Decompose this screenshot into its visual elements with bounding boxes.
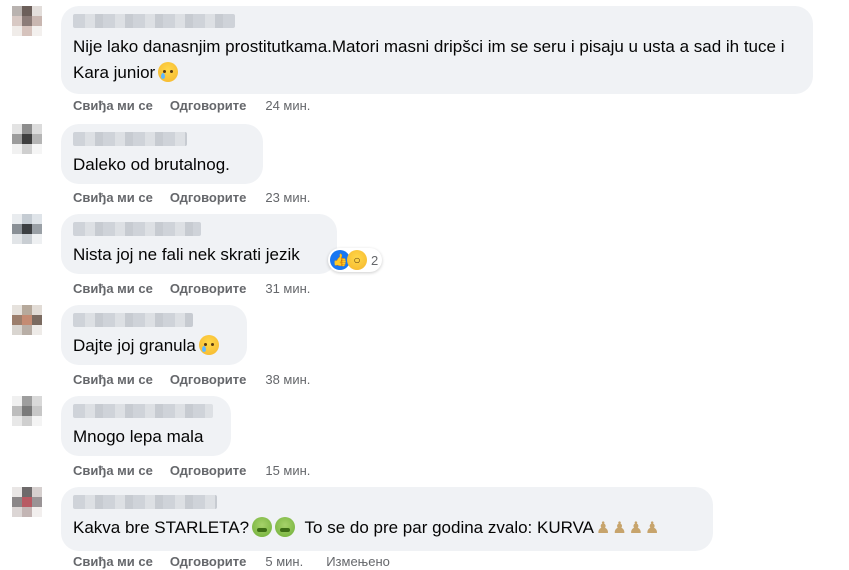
reply-button[interactable]: Одговорите bbox=[170, 372, 247, 387]
avatar[interactable] bbox=[12, 487, 42, 527]
comment-actions: Свиђа ми се Одговорите 38 мин. bbox=[73, 372, 327, 387]
comment-text: Nije lako danasnjim prostitutkama.Matori… bbox=[73, 37, 785, 82]
edited-label[interactable]: Измењено bbox=[326, 554, 390, 569]
comment-text: Nista joj ne fali nek skrati jezik bbox=[73, 245, 300, 264]
timestamp[interactable]: 23 мин. bbox=[265, 190, 310, 205]
avatar[interactable] bbox=[12, 124, 42, 164]
wow-reaction-icon: ○ bbox=[347, 250, 367, 270]
crying-face-icon bbox=[198, 335, 219, 355]
reply-button[interactable]: Одговорите bbox=[170, 98, 247, 113]
comment-bubble: Nije lako danasnjim prostitutkama.Matori… bbox=[61, 6, 813, 94]
avatar[interactable] bbox=[12, 396, 42, 436]
comment-bubble: Nista joj ne fali nek skrati jezik bbox=[61, 214, 337, 274]
author-name[interactable] bbox=[73, 313, 193, 327]
comment-text: Dajte joj granula bbox=[73, 333, 235, 359]
author-name[interactable] bbox=[73, 14, 235, 28]
like-button[interactable]: Свиђа ми се bbox=[73, 463, 153, 478]
comment-text: Mnogo lepa mala bbox=[73, 427, 204, 446]
reply-button[interactable]: Одговорите bbox=[170, 554, 247, 569]
like-button[interactable]: Свиђа ми се bbox=[73, 98, 153, 113]
llama-icon: ♟ bbox=[596, 520, 611, 537]
reply-button[interactable]: Одговорите bbox=[170, 463, 247, 478]
llama-icon: ♟ bbox=[645, 520, 660, 537]
author-name[interactable] bbox=[73, 404, 213, 418]
comment-bubble: Mnogo lepa mala bbox=[61, 396, 231, 456]
llama-icon: ♟ bbox=[628, 520, 644, 537]
nauseated-face-icon bbox=[252, 517, 273, 537]
reply-button[interactable]: Одговорите bbox=[170, 281, 247, 296]
comment-actions: Свиђа ми се Одговорите 24 мин. bbox=[73, 98, 327, 113]
like-button[interactable]: Свиђа ми се bbox=[73, 190, 153, 205]
timestamp[interactable]: 38 мин. bbox=[265, 372, 310, 387]
like-button[interactable]: Свиђа ми се bbox=[73, 372, 153, 387]
timestamp[interactable]: 5 мин. bbox=[265, 554, 303, 569]
timestamp[interactable]: 24 мин. bbox=[265, 98, 310, 113]
avatar[interactable] bbox=[12, 6, 42, 46]
like-button[interactable]: Свиђа ми се bbox=[73, 554, 153, 569]
comment-actions: Свиђа ми се Одговорите 15 мин. bbox=[73, 463, 327, 478]
crying-face-icon bbox=[158, 62, 179, 82]
author-name[interactable] bbox=[73, 495, 217, 509]
comment-actions: Свиђа ми се Одговорите 23 мин. bbox=[73, 190, 327, 205]
author-name[interactable] bbox=[73, 132, 187, 146]
comment-actions: Свиђа ми се Одговорите 5 мин. Измењено bbox=[73, 554, 407, 569]
avatar[interactable] bbox=[12, 305, 42, 345]
comment-bubble: Daleko od brutalnog. bbox=[61, 124, 263, 184]
author-name[interactable] bbox=[73, 222, 201, 236]
reply-button[interactable]: Одговорите bbox=[170, 190, 247, 205]
comment-text: Daleko od brutalnog. bbox=[73, 155, 230, 174]
comment-actions: Свиђа ми се Одговорите 31 мин. bbox=[73, 281, 327, 296]
comment-bubble: Kakva bre STARLETA? To se do pre par god… bbox=[61, 487, 713, 551]
timestamp[interactable]: 15 мин. bbox=[265, 463, 310, 478]
like-button[interactable]: Свиђа ми се bbox=[73, 281, 153, 296]
reactions-summary[interactable]: 👍 ○ 2 bbox=[328, 248, 383, 272]
comment-bubble: Dajte joj granula bbox=[61, 305, 247, 365]
reaction-count: 2 bbox=[371, 252, 379, 268]
llama-icon: ♟ bbox=[612, 520, 627, 537]
comment-text: Kakva bre STARLETA? To se do pre par god… bbox=[73, 515, 701, 542]
nauseated-face-icon bbox=[275, 517, 296, 537]
avatar[interactable] bbox=[12, 214, 42, 254]
timestamp[interactable]: 31 мин. bbox=[265, 281, 310, 296]
